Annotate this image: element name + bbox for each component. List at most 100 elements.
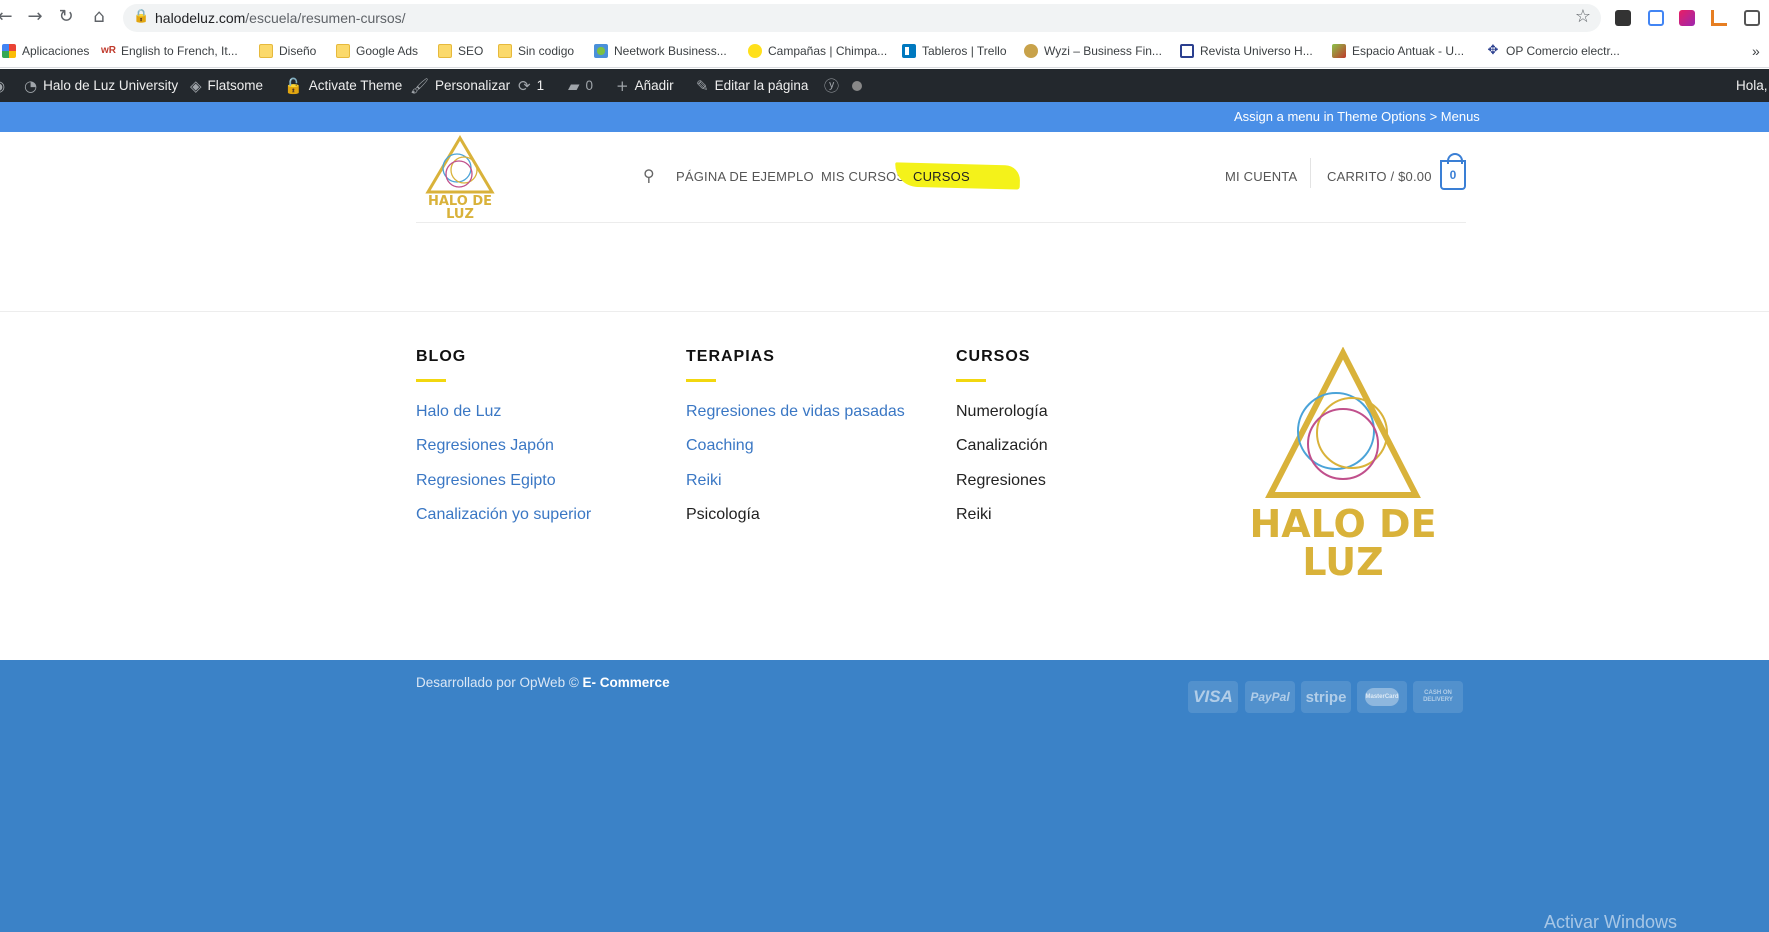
bookmark-revista[interactable]: Revista Universo H... [1180,42,1313,60]
footer-link[interactable]: Regresiones [956,472,1046,490]
footer-link[interactable]: Reiki [686,472,722,490]
more-bookmarks-icon[interactable]: » [1752,42,1760,60]
page-icon [1180,44,1194,58]
cart-count-badge[interactable]: 0 [1440,153,1466,190]
visa-icon: VISA [1188,681,1238,713]
greeting-label: Hola, [1736,78,1768,93]
reload-icon[interactable]: ↻ [55,6,77,28]
nav-mis-cursos[interactable]: MIS CURSOS [821,169,905,184]
header-divider [1310,158,1311,188]
bookmark-sin-codigo[interactable]: Sin codigo [498,42,574,60]
footer-link[interactable]: Canalización yo superior [416,506,591,524]
title-underline [686,379,716,382]
wp-logo-icon[interactable]: ◉ [0,69,5,102]
bookmark-op-comercio[interactable]: ✥ OP Comercio electr... [1486,42,1620,60]
comments-count: 0 [585,78,594,93]
extension-icon[interactable] [1615,10,1631,26]
halo-logo-icon: HALO DE LUZ [425,135,495,222]
back-icon[interactable]: ← [0,6,16,28]
folder-icon [259,44,273,58]
bookmark-neetwork[interactable]: Neetwork Business... [594,42,727,60]
bookmark-label: SEO [458,44,484,58]
updates-count: 1 [536,78,545,93]
cart-link[interactable]: CARRITO / $0.00 [1327,169,1432,184]
yoast-icon[interactable]: ⓨ [824,69,839,102]
bookmark-label: OP Comercio electr... [1506,44,1620,58]
assign-menu-notice[interactable]: Assign a menu in Theme Options > Menus [1234,109,1480,124]
wp-comments[interactable]: ▰ 0 [568,69,593,102]
mastercard-label: MasterCard [1365,688,1399,706]
folder-icon [438,44,452,58]
apps-grid-icon [2,44,16,58]
url-text[interactable]: halodeluz.com/escuela/resumen-cursos/ [155,10,406,26]
footer-link[interactable]: Canalización [956,437,1048,455]
footer-link[interactable]: Reiki [956,506,992,524]
edit-extension-icon[interactable] [1744,10,1760,26]
my-account-link[interactable]: MI CUENTA [1225,169,1297,184]
extension-icon[interactable] [1679,10,1695,26]
top-bar: Assign a menu in Theme Options > Menus [0,102,1769,132]
wp-activate-theme[interactable]: 🔓 Activate Theme [284,69,402,102]
activate-label: Activate Theme [308,78,403,93]
bookmark-label: Google Ads [356,44,419,58]
copyright-prefix: Desarrollado por OpWeb © [416,675,579,690]
footer-link[interactable]: Coaching [686,437,754,455]
copyright-brand[interactable]: E- Commerce [583,675,670,690]
footer-link[interactable]: Psicología [686,506,760,524]
footer-link[interactable]: Regresiones Egipto [416,472,556,490]
wp-edit-page[interactable]: ✎ Editar la página [696,69,808,102]
bookmark-wyzi[interactable]: Wyzi – Business Fin... [1024,42,1162,60]
wp-site-name[interactable]: ◔ Halo de Luz University [24,69,178,102]
footer-link[interactable]: Numerología [956,403,1048,421]
address-bar[interactable]: 🔒 halodeluz.com/escuela/resumen-cursos/ … [123,4,1601,32]
footer-col-title-cursos: CURSOS [956,348,1031,365]
bookmark-star-icon[interactable]: ☆ [1575,6,1591,27]
wp-theme-menu[interactable]: ◈ Flatsome [190,69,263,102]
bookmark-google-ads[interactable]: Google Ads [336,42,418,60]
flatsome-icon: ◈ [190,76,202,95]
home-icon[interactable]: ⌂ [88,6,110,28]
absolute-footer: Desarrollado por OpWeb © E- Commerce VIS… [0,660,1769,932]
forward-icon[interactable]: → [24,6,46,28]
search-icon[interactable]: ⚲ [643,166,655,185]
footer-widgets: BLOG Halo de Luz Regresiones Japón Regre… [0,311,1769,660]
url-path: /escuela/resumen-cursos/ [245,10,406,26]
footer-link[interactable]: Regresiones de vidas pasadas [686,403,905,421]
bookmark-antuak[interactable]: Espacio Antuak - U... [1332,42,1464,60]
leaf-icon [1332,44,1346,58]
bookmark-mailchimp[interactable]: Campañas | Chimpa... [748,42,887,60]
bookmark-label: Tableros | Trello [922,44,1007,58]
bookmark-diseno[interactable]: Diseño [259,42,316,60]
footer-col-title-terapias: TERAPIAS [686,348,775,365]
logo-text-line2: LUZ [1302,540,1383,579]
edit-page-label: Editar la página [714,78,809,93]
bookmark-seo[interactable]: SEO [438,42,483,60]
title-underline [956,379,986,382]
windows-activation-watermark: Activar Windows [1544,912,1678,932]
move-icon: ✥ [1486,43,1500,58]
extension-icon[interactable] [1711,10,1727,26]
cash-on-delivery-icon: CASH ON DELIVERY [1413,681,1463,713]
wp-account-greeting[interactable]: Hola, [1736,69,1768,102]
mastercard-icon: MasterCard [1357,681,1407,713]
dashboard-icon: ◔ [24,76,38,95]
nav-cursos[interactable]: CURSOS [913,169,970,184]
trello-icon [902,44,916,58]
wp-updates[interactable]: ⟳ 1 [518,69,544,102]
extension-icon[interactable] [1648,10,1664,26]
bookmark-label: Wyzi – Business Fin... [1044,44,1162,58]
wp-add-new[interactable]: + Añadir [616,69,674,102]
logo-text-line2: LUZ [446,207,474,220]
bookmark-aplicaciones[interactable]: Aplicaciones [2,42,89,60]
nav-pagina-de-ejemplo[interactable]: PÁGINA DE EJEMPLO [676,169,814,184]
footer-link[interactable]: Regresiones Japón [416,437,554,455]
wp-customize[interactable]: 🖌 Personalizar [410,69,510,102]
bookmark-wordreference[interactable]: wR English to French, It... [101,42,238,60]
halo-logo-icon: HALO DE LUZ [1249,346,1437,584]
footer-link[interactable]: Halo de Luz [416,403,501,421]
site-header: HALO DE LUZ ⚲ PÁGINA DE EJEMPLO MIS CURS… [0,132,1769,224]
bookmark-label: Diseño [279,44,317,58]
bookmark-trello[interactable]: Tableros | Trello [902,42,1007,60]
bookmark-label: Sin codigo [518,44,575,58]
site-logo[interactable]: HALO DE LUZ [420,134,500,222]
